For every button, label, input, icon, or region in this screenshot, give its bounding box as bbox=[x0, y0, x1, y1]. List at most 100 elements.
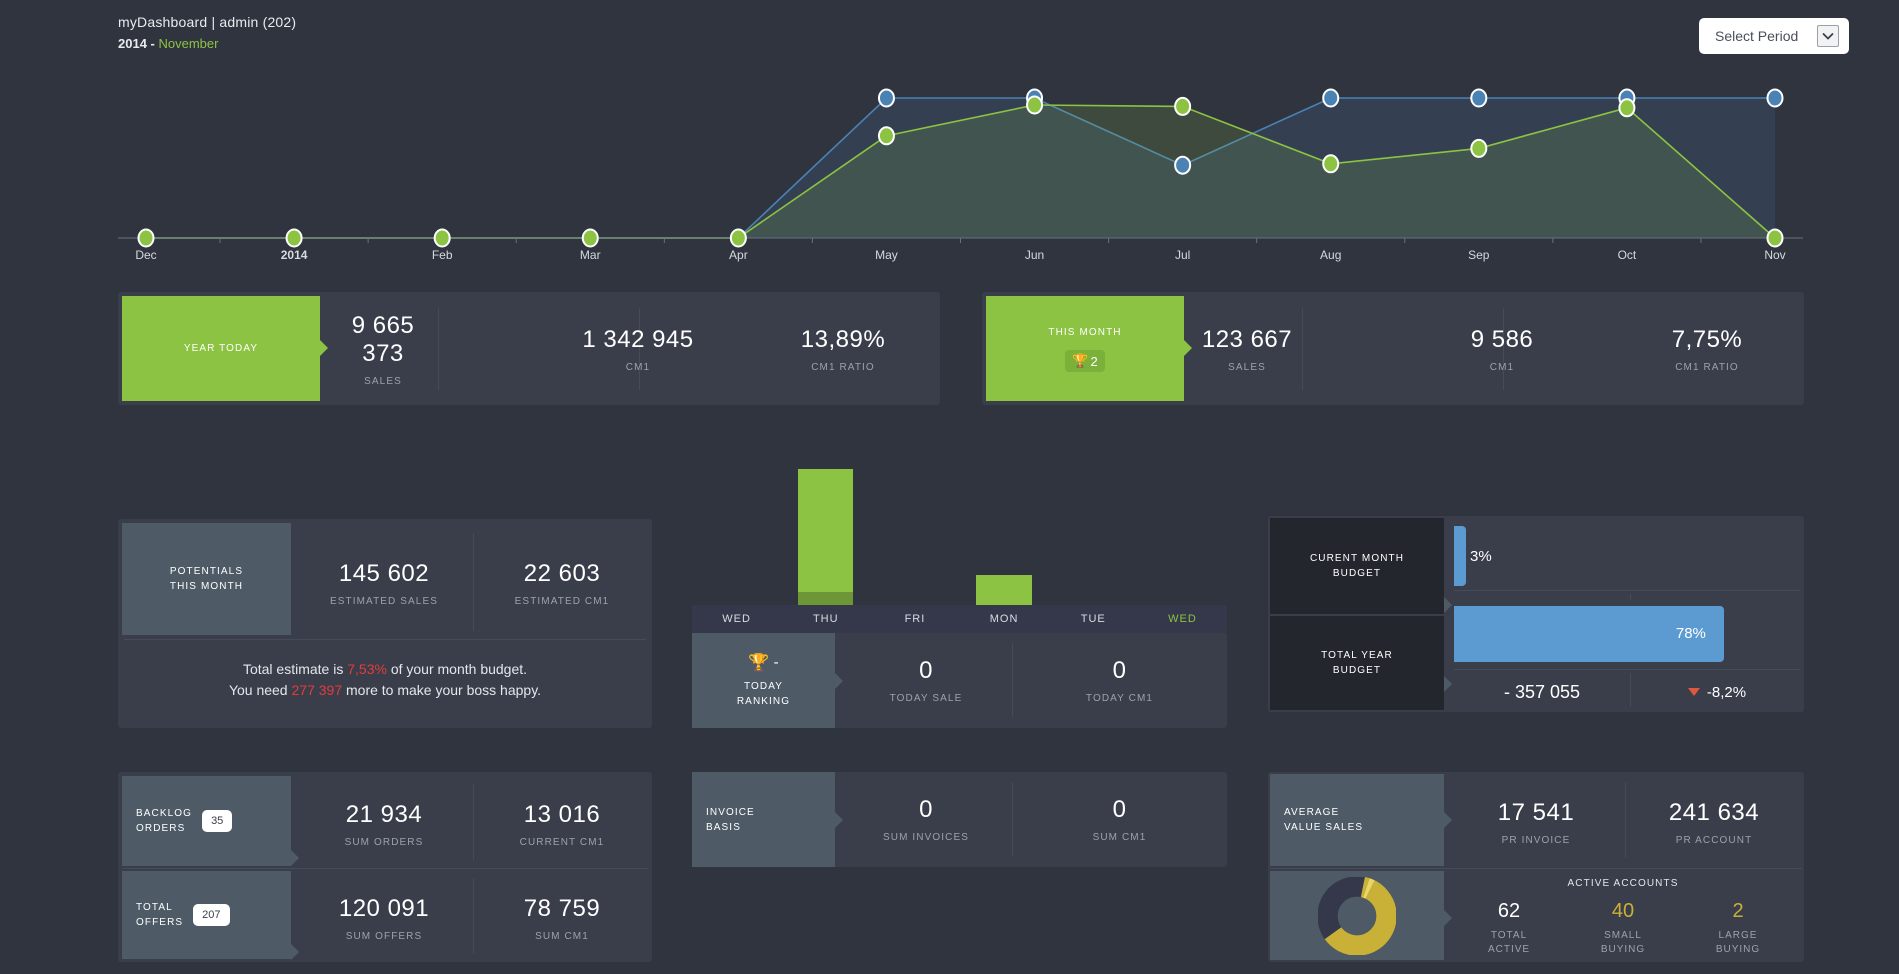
trend-x-label: Jul bbox=[1174, 248, 1191, 262]
kpi-cell[interactable]: 0 SUM INVOICES bbox=[842, 782, 1010, 857]
weekday-bar-chart bbox=[692, 450, 1227, 605]
trend-x-label: Oct bbox=[1617, 248, 1637, 262]
total-year-budget-header[interactable]: TOTAL YEAR BUDGET bbox=[1270, 616, 1444, 710]
kpi-cell[interactable]: 13,89% CM1 RATIO bbox=[748, 306, 938, 392]
kpi-cell[interactable]: 17 541 PR INVOICE bbox=[1450, 782, 1622, 862]
kpi-cell[interactable]: 120 091 SUM OFFERS bbox=[298, 878, 470, 958]
divider bbox=[1012, 643, 1013, 717]
divider bbox=[473, 784, 474, 860]
kpi-label: CURRENT CM1 bbox=[519, 836, 605, 848]
kpi-cell[interactable]: 145 602 ESTIMATED SALES bbox=[298, 535, 470, 631]
kpi-cell[interactable]: 9 665 373 SALES bbox=[328, 306, 438, 392]
divider bbox=[1454, 669, 1800, 670]
budget-panel: CURENT MONTH BUDGET 3% - 40 413 -13,5% T… bbox=[1268, 516, 1804, 712]
kpi-cell[interactable]: 0 SUM CM1 bbox=[1017, 782, 1222, 857]
chevron-down-icon[interactable] bbox=[1817, 25, 1839, 47]
kpi-value: 145 602 bbox=[338, 559, 430, 587]
year-today-header[interactable]: YEAR TODAY bbox=[122, 296, 320, 401]
kpi-cell[interactable]: 0 TODAY SALE bbox=[842, 643, 1010, 718]
invoice-basis-panel: INVOICE BASIS 0 SUM INVOICES 0 SUM CM1 bbox=[692, 772, 1227, 867]
active-large-cell[interactable]: 2 LARGE BUYING bbox=[1683, 900, 1793, 957]
kpi-cell[interactable]: 78 759 SUM CM1 bbox=[476, 878, 648, 958]
trend-x-label: Sep bbox=[1468, 248, 1490, 262]
year-today-arrow bbox=[320, 340, 328, 356]
weekday-label: THU bbox=[812, 613, 839, 625]
kpi-label: SUM CM1 bbox=[1092, 832, 1147, 843]
this-month-header[interactable]: THIS MONTH 🏆 2 bbox=[986, 296, 1184, 401]
period-subtitle: 2014 - November bbox=[118, 36, 296, 51]
trend-x-label: Jun bbox=[1024, 248, 1045, 262]
weekday-bar[interactable] bbox=[976, 575, 1032, 605]
period-year: 2014 - bbox=[118, 36, 159, 51]
weekday-axis: WED THU FRI MON TUE WED bbox=[692, 605, 1227, 633]
weekday-bar[interactable] bbox=[798, 468, 854, 605]
dashboard-header: myDashboard | admin (202) 2014 - Novembe… bbox=[118, 14, 296, 51]
kpi-cell[interactable]: 22 603 ESTIMATED CM1 bbox=[476, 535, 648, 631]
potentials-header[interactable]: POTENTIALS THIS MONTH bbox=[122, 523, 291, 635]
kpi-cell[interactable]: 13 016 CURRENT CM1 bbox=[476, 784, 648, 864]
backlog-count-chip[interactable]: 35 bbox=[202, 810, 233, 832]
kpi-cell[interactable]: 0 TODAY CM1 bbox=[1017, 643, 1222, 718]
select-period-label: Select Period bbox=[1715, 28, 1799, 44]
kpi-label: SUM OFFERS bbox=[345, 930, 423, 942]
divider bbox=[438, 308, 439, 390]
active-total-cell[interactable]: 62 TOTAL ACTIVE bbox=[1454, 900, 1564, 957]
budget-change-cell[interactable]: -8,2% bbox=[1634, 673, 1800, 711]
budget-bar-percent: 78% bbox=[1675, 625, 1706, 642]
trend-x-label: Feb bbox=[431, 248, 453, 262]
divider bbox=[1625, 782, 1626, 858]
budget-diff-value: - 357 055 bbox=[1503, 681, 1581, 702]
total-offers-header[interactable]: TOTAL OFFERS 207 bbox=[122, 871, 291, 959]
budget-diff-cell[interactable]: - 357 055 bbox=[1454, 673, 1630, 711]
kpi-cell[interactable]: 1 342 945 CM1 bbox=[518, 306, 758, 392]
average-value-header[interactable]: AVERAGE VALUE SALES bbox=[1270, 774, 1444, 866]
kpi-label: SUM ORDERS bbox=[344, 836, 424, 848]
active-small-label2: BUYING bbox=[1600, 944, 1646, 955]
active-small-label1: SMALL bbox=[1604, 930, 1642, 941]
invoice-basis-header[interactable]: INVOICE BASIS bbox=[692, 772, 835, 867]
this-month-panel: THIS MONTH 🏆 2 123 667 SALES 9 586 CM1 7… bbox=[982, 292, 1804, 405]
kpi-value: 7,75% bbox=[1671, 325, 1743, 353]
kpi-cell[interactable]: 241 634 PR ACCOUNT bbox=[1628, 782, 1800, 862]
budget-bar-fill bbox=[1454, 526, 1466, 586]
kpi-value: 0 bbox=[919, 796, 933, 823]
budget-bar-track: 3% bbox=[1454, 520, 1800, 588]
select-period-dropdown[interactable]: Select Period bbox=[1699, 18, 1849, 54]
divider bbox=[1454, 590, 1800, 591]
today-ranking-header[interactable]: 🏆 - TODAY RANKING bbox=[692, 633, 835, 728]
average-value-sales-panel: AVERAGE VALUE SALES 17 541 PR INVOICE 24… bbox=[1268, 772, 1804, 962]
ranking-badge[interactable]: 🏆 2 bbox=[1065, 350, 1105, 372]
kpi-label: CM1 bbox=[1489, 361, 1515, 373]
estimate-note-line1: Total estimate is 7,53% of your month bu… bbox=[118, 659, 652, 680]
backlog-orders-header[interactable]: BACKLOG ORDERS 35 bbox=[122, 776, 291, 866]
active-small-cell[interactable]: 40 SMALL BUYING bbox=[1568, 900, 1678, 957]
kpi-cell[interactable]: 9 586 CM1 bbox=[1382, 306, 1622, 392]
kpi-value: 21 934 bbox=[345, 800, 423, 828]
active-accounts-donut-wrap[interactable] bbox=[1270, 871, 1444, 960]
trend-x-label: May bbox=[875, 248, 898, 262]
page-title: myDashboard | admin (202) bbox=[118, 14, 297, 30]
kpi-value: 13,89% bbox=[800, 325, 886, 353]
budget-label-line2: BUDGET bbox=[1332, 665, 1382, 676]
current-month-budget-header[interactable]: CURENT MONTH BUDGET bbox=[1270, 518, 1444, 614]
ranking-value: 2 bbox=[1090, 353, 1098, 369]
invoice-label-line2: BASIS bbox=[706, 821, 741, 833]
today-ranking-value: - bbox=[773, 654, 779, 671]
offers-count-chip[interactable]: 207 bbox=[193, 904, 230, 926]
kpi-cell[interactable]: 21 934 SUM ORDERS bbox=[298, 784, 470, 864]
note-text: Total estimate is bbox=[242, 661, 348, 677]
active-accounts-title: ACTIVE ACCOUNTS bbox=[1567, 878, 1679, 889]
divider bbox=[473, 533, 474, 631]
kpi-cell[interactable]: 7,75% CM1 RATIO bbox=[1612, 306, 1802, 392]
active-large-label1: LARGE bbox=[1718, 930, 1758, 941]
kpi-value: 22 603 bbox=[523, 559, 601, 587]
divider bbox=[1012, 782, 1013, 856]
trophy-icon: 🏆 bbox=[1072, 353, 1089, 368]
kpi-value: 9 665 373 bbox=[351, 311, 415, 367]
trend-x-label: Nov bbox=[1764, 248, 1786, 262]
active-accounts-arrow bbox=[1444, 910, 1452, 926]
bar-footer bbox=[798, 592, 854, 605]
trophy-icon: 🏆 bbox=[748, 652, 770, 672]
kpi-cell[interactable]: 123 667 SALES bbox=[1192, 306, 1302, 392]
potentials-panel: POTENTIALS THIS MONTH 145 602 ESTIMATED … bbox=[118, 519, 652, 728]
